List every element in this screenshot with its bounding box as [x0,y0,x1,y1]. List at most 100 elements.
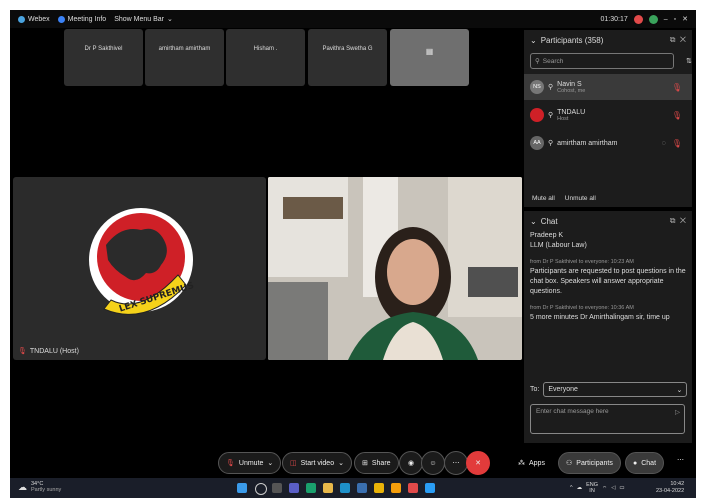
participant-item[interactable]: AA ⚲ amirtham amirtham ◌ 🎙 [524,130,692,156]
chat-message-meta: from Dr P Sakthivel to everyone: 10:23 A… [530,259,634,265]
cloud-icon: ☁ [18,481,27,492]
app-icon[interactable] [391,483,401,493]
meeting-controls: 🎙 Unmute ⌄ ◫ Start video ⌄ ⊞ Share ◉ ☺ ⋯… [10,448,696,476]
leave-meeting-button[interactable]: ✕ [466,451,490,475]
more-options-button[interactable]: ⋯ [444,451,468,475]
participant-item[interactable]: NS ⚲ Navin S Cohost, me 🎙 [524,74,692,100]
audio-icon: ⚲ [548,84,554,91]
minimize-icon[interactable]: – [664,16,668,23]
webex-icon[interactable] [425,483,435,493]
chat-header: ⌄ Chat ⧉ ✕ [524,211,692,231]
speaking-icon: ◌ [661,139,666,147]
show-menu-bar-label: Show Menu Bar [114,15,165,23]
recipient-value: Everyone [548,386,578,393]
participant-role: Host [557,115,569,122]
video-tile-more[interactable]: ▦ [390,29,469,86]
task-view-icon[interactable] [272,483,282,493]
grid-icon: ▦ [425,47,434,56]
more-icon[interactable]: ⋯ [677,456,684,464]
participant-item[interactable]: ⚲ TNDALU Host 🎙 [524,102,692,128]
chat-message-input[interactable]: Enter chat message here ▷ [530,404,685,434]
unmute-all-button[interactable]: Unmute all [565,195,596,202]
video-tile[interactable]: Dr P Sakthivel [64,29,143,86]
weather-widget[interactable]: ☁ 34°C Partly sunny [18,481,61,493]
reactions-icon: ☺ [429,459,437,467]
avatar: AA [530,136,544,150]
chat-messages: Pradeep K LLM (Labour Law) from Dr P Sak… [524,231,692,323]
participants-panel: ⌄ Participants (358) ⧉ ✕ ⚲ Search ⇅ NS ⚲… [524,30,692,207]
mic-muted-icon[interactable]: 🎙 [672,111,682,120]
chat-message-text: 5 more minutes Dr Amirthalingam sir, tim… [530,314,670,321]
language-region: IN [589,488,595,494]
apps-icon: ⁂ [518,460,525,467]
system-tray: ^ ☁ ENG IN ⌔ ◁ ▭ [570,482,625,494]
chat-recipient-row: To: Everyone ⌄ [530,382,688,397]
video-tile[interactable]: Hisham . [226,29,305,86]
dropbox-icon[interactable] [357,483,367,493]
store-icon[interactable] [340,483,350,493]
popout-icon[interactable]: ⧉ [670,35,676,44]
participants-search-input[interactable]: ⚲ Search [530,53,674,69]
restore-icon[interactable]: ▫ [674,16,676,23]
avatar: NS [530,80,544,94]
chevron-up-icon[interactable]: ^ [570,485,573,491]
close-icon[interactable]: ✕ [680,35,686,44]
avatar [530,108,544,122]
tile-name: Hisham . [253,45,278,52]
participants-icon: ⚇ [566,460,573,467]
host-video-stage[interactable]: LEX SUPREMUS 🎙 TNDALU (Host) [13,177,266,360]
mic-muted-icon: 🎙 [18,348,27,355]
reactions-button[interactable]: ☺ [421,451,445,475]
webex-app-menu[interactable]: Webex [18,15,50,23]
popout-icon[interactable]: ⧉ [670,216,676,225]
unmute-label: Unmute [238,459,264,467]
chevron-down-icon: ⌄ [676,386,683,394]
send-icon[interactable]: ▷ [675,408,680,416]
chat-button[interactable]: ● Chat [625,452,665,474]
mic-muted-icon: 🎙 [226,460,235,467]
show-menu-bar-button[interactable]: Show Menu Bar ⌄ [114,15,173,24]
mic-muted-icon[interactable]: 🎙 [672,139,682,148]
apps-button[interactable]: ⁂ Apps [510,452,553,474]
close-icon[interactable]: ✕ [680,216,686,225]
video-tile[interactable]: amirtham amirtham [145,29,224,86]
chrome-icon[interactable] [374,483,384,493]
recipient-select[interactable]: Everyone ⌄ [543,382,688,397]
meeting-info-button[interactable]: Meeting Info [57,15,106,23]
video-off-icon: ◫ [290,460,297,467]
teams-icon[interactable] [289,483,299,493]
clock[interactable]: 10:42 23-04-2022 [656,481,684,495]
wifi-icon[interactable]: ⌔ [602,485,607,492]
share-icon: ⊞ [362,460,368,467]
webex-window: Webex Meeting Info Show Menu Bar ⌄ 01:30… [10,10,696,498]
edge-icon[interactable] [306,483,316,493]
close-icon[interactable]: ✕ [682,15,688,23]
audio-icon: ⚲ [548,140,554,147]
meeting-timer: 01:30:17 [600,15,628,23]
record-button[interactable]: ◉ [399,451,423,475]
start-icon[interactable] [237,483,247,493]
mic-muted-icon[interactable]: 🎙 [672,83,682,92]
mute-all-button[interactable]: Mute all [532,195,555,202]
search-icon[interactable] [255,483,267,495]
share-label: Share [371,459,391,467]
share-button[interactable]: ⊞ Share [354,452,399,474]
start-video-button[interactable]: ◫ Start video ⌄ [282,452,352,474]
sort-icon[interactable]: ⇅ [686,57,692,65]
participants-button[interactable]: ⚇ Participants [558,452,621,474]
folder-icon[interactable] [323,483,333,493]
search-placeholder: Search [542,57,564,65]
chevron-down-icon[interactable]: ⌄ [530,217,537,226]
participants-label: Participants [576,459,613,467]
app-icon[interactable] [408,483,418,493]
speaker-video[interactable] [268,177,522,360]
video-tile[interactable]: Pavithra Swetha G [308,29,387,86]
chevron-down-icon[interactable]: ⌄ [530,36,537,45]
shield-icon [648,14,658,24]
participant-name: amirtham amirtham [557,139,618,147]
search-icon: ⚲ [535,58,540,65]
cloud-icon[interactable]: ☁ [577,485,583,491]
battery-icon[interactable]: ▭ [619,485,624,491]
unmute-button[interactable]: 🎙 Unmute ⌄ [218,452,282,474]
speaker-icon[interactable]: ◁ [611,485,615,491]
